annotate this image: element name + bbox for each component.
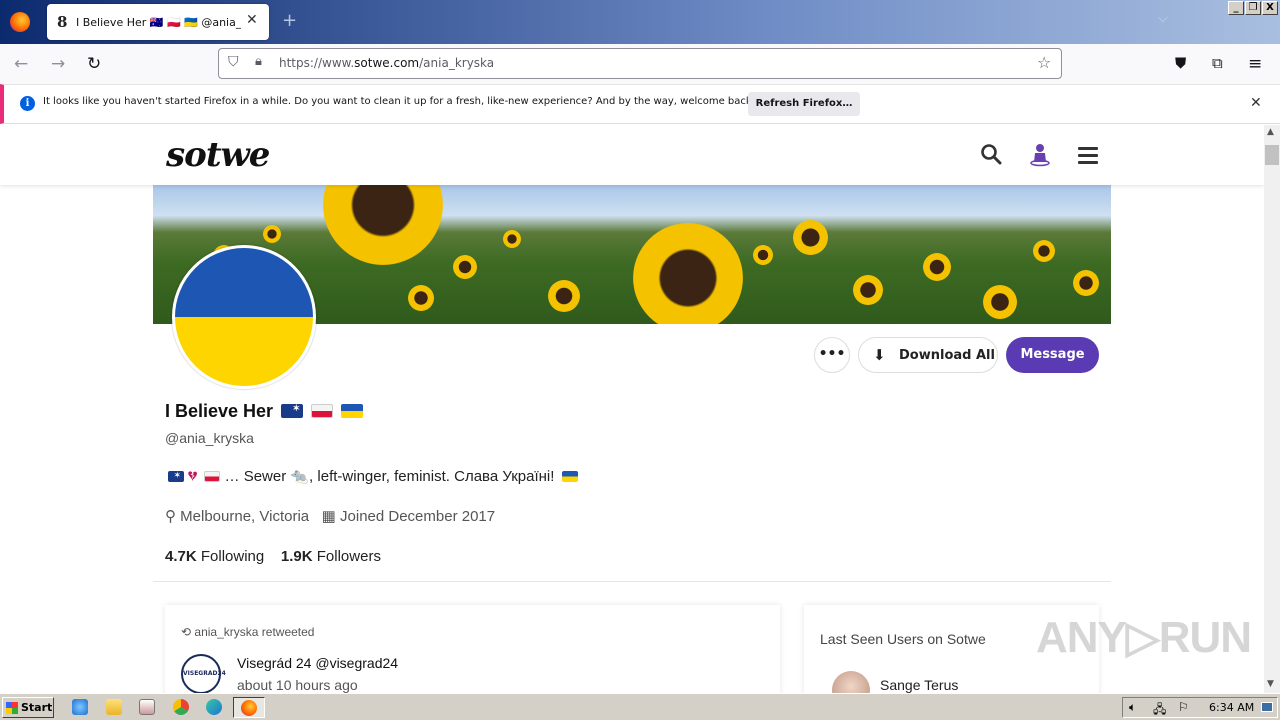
sotwe-logo[interactable]: sotwe [166, 135, 270, 175]
volume-icon[interactable]: 🔈︎ [1129, 700, 1136, 715]
restore-button[interactable]: ❐ [1245, 1, 1261, 15]
windows-taskbar: Start 🔈︎ 🖧︎ ⚐ 6:34 AM [0, 693, 1280, 720]
pocket-icon[interactable]: ⛊ [1175, 54, 1186, 72]
notification-text: It looks like you haven't started Firefo… [43, 96, 756, 107]
divider [153, 581, 1111, 582]
minimize-button[interactable]: _ [1228, 1, 1244, 15]
page-scrollbar[interactable]: ▲ ▼ [1264, 125, 1280, 693]
refresh-firefox-button[interactable]: Refresh Firefox… [748, 92, 860, 116]
scrollbar-thumb[interactable] [1265, 145, 1279, 165]
folder-icon[interactable] [106, 699, 122, 715]
app-menu-icon[interactable]: ≡ [1248, 54, 1262, 74]
address-bar[interactable]: ⛉ 🔒︎ https://www.sotwe.com/ania_kryska ☆ [218, 48, 1062, 79]
poland-flag-icon [204, 471, 221, 482]
edge-icon[interactable] [206, 699, 222, 715]
profile-bio: 💔︎ … Sewer 🐀, left-winger, feminist. Сла… [165, 467, 578, 485]
firefox-notification-bar: i It looks like you haven't started Fire… [0, 84, 1280, 124]
ukraine-flag-icon [561, 471, 578, 482]
profile-counts: 4.7K Following 1.9K Followers [165, 548, 381, 565]
retweet-icon: ⟲ [181, 625, 192, 639]
following-link[interactable]: 4.7K Following [165, 548, 264, 565]
taskbar-firefox-active[interactable] [233, 697, 265, 718]
profile-name-text: I Believe Her [165, 401, 274, 421]
retweet-indicator: ⟲ ania_kryska retweeted [181, 625, 315, 639]
start-button[interactable]: Start [2, 697, 54, 718]
more-options-button[interactable]: ••• [814, 337, 850, 373]
download-icon: ⬇ [873, 346, 886, 364]
notification-close-icon[interactable]: ✕ [1250, 95, 1262, 111]
tracking-protection-shield-icon[interactable]: ⛉ [228, 54, 239, 70]
scroll-up-icon[interactable]: ▲ [1267, 127, 1274, 137]
anyrun-watermark: ANY▷RUN [1036, 613, 1252, 662]
download-all-label: Download All [899, 348, 995, 363]
bookmark-star-icon[interactable]: ☆ [1037, 53, 1051, 72]
chrome-icon[interactable] [173, 699, 189, 715]
url-text[interactable]: https://www.sotwe.com/ania_kryska [279, 56, 494, 70]
scroll-down-icon[interactable]: ▼ [1267, 679, 1274, 689]
reload-icon[interactable]: ↻ [87, 54, 101, 74]
web-page: sotwe ••• ⬇ Download All Message I Belie… [0, 125, 1264, 693]
message-button[interactable]: Message [1006, 337, 1099, 373]
sotwe-favicon-icon: 8 [57, 13, 68, 31]
broken-heart-icon: 💔︎ [188, 468, 198, 485]
last-seen-user-name[interactable]: Sange Terus [880, 677, 958, 693]
browser-tab-strip: 8 I Believe Her 🇦🇺 🇵🇱 🇺🇦 @ania_kryska ✕ … [0, 0, 1280, 44]
last-seen-title: Last Seen Users on Sotwe [820, 631, 986, 647]
media-player-icon[interactable] [139, 699, 155, 715]
extensions-puzzle-icon[interactable]: ⧉ [1212, 54, 1223, 72]
user-icon[interactable] [1030, 143, 1050, 167]
system-tray: 🔈︎ 🖧︎ ⚐ 6:34 AM [1122, 697, 1278, 718]
network-icon[interactable]: 🖧︎ [1153, 700, 1166, 721]
download-all-button[interactable]: ⬇ Download All [858, 337, 998, 373]
firefox-taskbar-icon [241, 700, 257, 716]
tweet-author-avatar[interactable]: VISEGRAD24 [181, 654, 226, 693]
tab-close-icon[interactable]: ✕ [246, 12, 258, 28]
profile-name: I Believe Her [165, 401, 364, 422]
info-icon: i [20, 96, 35, 111]
action-center-flag-icon[interactable]: ⚐ [1178, 700, 1189, 714]
clock[interactable]: 6:34 AM [1209, 701, 1254, 714]
new-tab-icon[interactable]: + [282, 10, 297, 31]
internet-explorer-icon[interactable] [72, 699, 88, 715]
forward-icon[interactable]: → [51, 54, 65, 74]
profile-location: Melbourne, Victoria [180, 508, 310, 525]
back-icon[interactable]: ← [14, 54, 28, 74]
navigation-toolbar: ← → ↻ ⛉ 🔒︎ https://www.sotwe.com/ania_kr… [0, 44, 1280, 84]
bio-text: … Sewer 🐀, left-winger, feminist. Слава … [224, 468, 555, 485]
hamburger-menu-icon[interactable] [1078, 147, 1098, 168]
profile-meta: ⚲ Melbourne, Victoria ▦ Joined December … [165, 507, 495, 525]
australia-flag-icon [281, 403, 304, 418]
followers-link[interactable]: 1.9K Followers [281, 548, 381, 565]
list-all-tabs-icon[interactable]: ⌵ [1158, 11, 1168, 26]
australia-flag-icon [168, 470, 184, 482]
poland-flag-icon [311, 404, 334, 418]
ukraine-flag-icon [341, 404, 364, 418]
tab-title: I Believe Her 🇦🇺 🇵🇱 🇺🇦 @ania_kryska [76, 16, 241, 29]
profile-joined: Joined December 2017 [340, 508, 496, 525]
tweet-timestamp[interactable]: about 10 hours ago [237, 677, 358, 693]
browser-tab[interactable]: 8 I Believe Her 🇦🇺 🇵🇱 🇺🇦 @ania_kryska ✕ [47, 4, 269, 40]
windows-logo-icon [6, 702, 18, 714]
search-icon[interactable] [980, 143, 1002, 165]
user-avatar[interactable] [832, 671, 870, 693]
firefox-logo-icon[interactable] [10, 12, 30, 32]
tweet-card[interactable]: ⟲ ania_kryska retweeted VISEGRAD24 Viseg… [165, 605, 780, 693]
profile-handle: @ania_kryska [165, 430, 254, 446]
tweet-author[interactable]: Visegrád 24 @visegrad24 [237, 655, 398, 671]
site-header: sotwe [0, 125, 1264, 185]
start-label: Start [21, 701, 53, 714]
profile-avatar[interactable] [172, 245, 316, 389]
location-pin-icon: ⚲ [165, 508, 176, 525]
lock-icon[interactable]: 🔒︎ [255, 54, 262, 69]
calendar-icon: ▦ [321, 508, 336, 525]
show-desktop-icon[interactable] [1261, 702, 1273, 712]
close-window-button[interactable]: X [1262, 1, 1278, 15]
